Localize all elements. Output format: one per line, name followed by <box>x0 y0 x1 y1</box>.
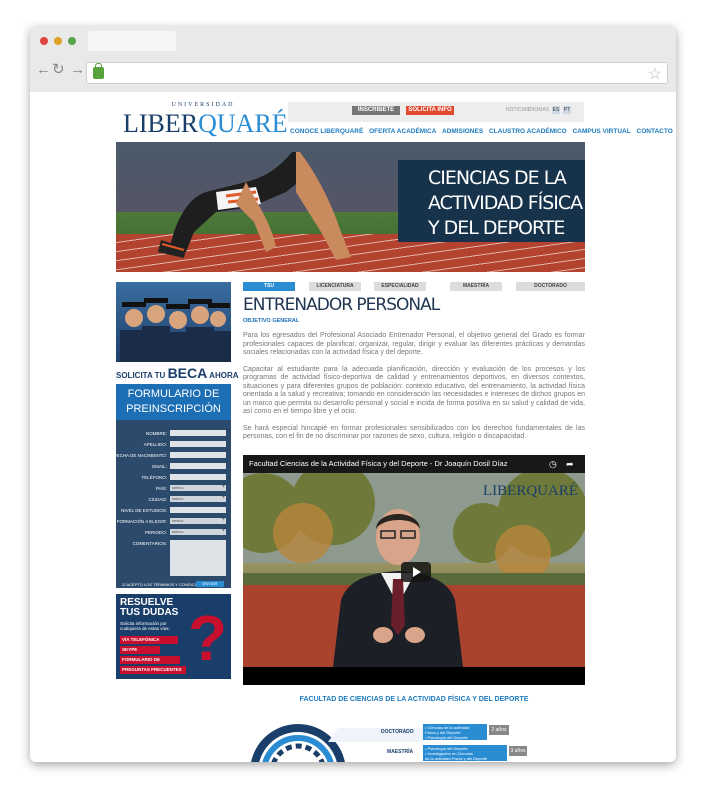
main-content: TSU LICENCIATURA ESPECIALIDAD MAESTRÍA D… <box>243 282 585 762</box>
field-label: COMENTARIOS: <box>132 541 167 546</box>
city-select[interactable]: selecc. <box>170 495 226 502</box>
dudas-subtitle: Solicita información por cualquiera de es… <box>120 621 170 631</box>
field-label: EMAIL: <box>152 464 167 469</box>
university-logo[interactable]: UNIVERSIDAD LIBERQUARÉ <box>123 102 288 142</box>
web-page: UNIVERSIDAD LIBERQUARÉ INSCRÍBETE SOLICI… <box>30 92 676 762</box>
hero-banner: CIENCIAS DE LA ACTIVIDAD FÍSICA Y DEL DE… <box>116 142 585 272</box>
idiomas-label: IDIOMAS <box>528 107 550 113</box>
speaker-image <box>333 509 463 667</box>
studies-input[interactable] <box>170 507 226 513</box>
back-icon[interactable]: ← <box>36 62 51 78</box>
level-maestria-years: 3 años <box>509 746 527 756</box>
share-icon[interactable]: ➦ <box>566 455 574 473</box>
preinscription-form: NOMBRE: APELLIDO: FECHA DE NACIMIENTO: E… <box>113 420 231 588</box>
tab-doctorado[interactable]: DOCTORADO <box>516 282 585 291</box>
logo-top-text: UNIVERSIDAD <box>171 102 235 108</box>
paragraph-3: Se hará especial hincapié en formar prof… <box>243 424 585 441</box>
menu-oferta[interactable]: OFERTA ACADÉMICA <box>369 128 436 135</box>
birthdate-input[interactable] <box>170 452 226 458</box>
section-subtitle: OBJETIVO GENERAL <box>243 318 300 324</box>
level-doctorado-box: • Ciencias de la actividad Física y del D… <box>423 724 487 740</box>
solicita-info-button[interactable]: SOLICITA INFO <box>406 106 454 115</box>
minimize-window-icon[interactable] <box>54 37 62 45</box>
question-mark-icon: ? <box>188 602 228 674</box>
dudas-title: RESUELVE TUS DUDAS <box>120 597 179 618</box>
main-menu: CONOCE LIBERQUARÉ OFERTA ACADÉMICA ADMIS… <box>290 128 676 135</box>
left-sidebar: SOLICITA TU BECA AHORA FORMULARIO DE PRE… <box>113 282 239 679</box>
dudas-skype[interactable]: SKYPE <box>120 646 160 654</box>
menu-conoce[interactable]: CONOCE LIBERQUARÉ <box>290 128 363 135</box>
field-label: CIUDAD: <box>148 497 167 502</box>
secure-lock-icon <box>93 63 104 79</box>
comments-textarea[interactable] <box>170 540 226 576</box>
bookmark-star-icon[interactable]: ☆ <box>648 64 662 84</box>
play-button[interactable] <box>401 562 431 582</box>
noticias-link[interactable]: NOTICIAS <box>506 107 530 113</box>
forward-icon[interactable]: → <box>70 62 85 78</box>
top-utility-bar: INSCRÍBETE SOLICITA INFO NOTICIAS IDIOMA… <box>288 102 584 122</box>
tab-licenciatura[interactable]: LICENCIATURA <box>309 282 361 291</box>
lang-es-button[interactable]: ES <box>552 106 560 114</box>
menu-claustro[interactable]: CLAUSTRO ACADÉMICO <box>489 128 567 135</box>
programs-infographic: DOCTORADO • Ciencias de la actividad Físi… <box>243 712 585 762</box>
terms-checkbox[interactable]: ☑ ACEPTO LOS TÉRMINOS Y CONDICIONES <box>122 582 207 587</box>
paragraph-2: Capacitar al estudiante para la adecuada… <box>243 365 585 416</box>
hero-title: CIENCIAS DE LA ACTIVIDAD FÍSICA Y DEL DE… <box>398 160 585 242</box>
field-label: PERIODO: <box>144 530 167 535</box>
level-doctorado-label: DOCTORADO <box>381 729 414 735</box>
period-select[interactable]: selecc. <box>170 528 226 535</box>
field-label: NOMBRE: <box>145 431 167 436</box>
field-label: FECHA DE NACIMIENTO: <box>113 453 167 458</box>
inscribete-button[interactable]: INSCRÍBETE <box>352 106 400 115</box>
sprinter-image <box>158 152 351 260</box>
paragraph-1: Para los egresados del Profesional Asoci… <box>243 332 585 356</box>
menu-campus[interactable]: CAMPUS VIRTUAL <box>573 128 631 135</box>
dudas-faq[interactable]: PREGUNTAS FRECUENTES <box>120 666 186 674</box>
video-watermark-logo: LIBERQUARÉ <box>483 483 578 499</box>
faculty-heading: FACULTAD DE CIENCIAS DE LA ACTIVIDAD FÍS… <box>299 696 529 703</box>
submit-button[interactable]: ENVIAR <box>196 581 224 587</box>
beca-banner[interactable]: SOLICITA TU BECA AHORA <box>116 362 239 384</box>
maximize-window-icon[interactable] <box>68 37 76 45</box>
level-maestria-box: • Psicología del Deporte • Investigación … <box>423 745 507 761</box>
logo-name: LIBERQUARÉ <box>123 109 288 138</box>
tab-tsu[interactable]: TSU <box>243 282 295 291</box>
video-player[interactable]: LIBERQUARÉ Facultad Ciencias de la Activ… <box>243 455 585 685</box>
phone-input[interactable] <box>170 474 226 480</box>
watch-later-icon[interactable]: ◷ <box>549 455 557 473</box>
dudas-phone[interactable]: VÍA TELEFÓNICA <box>120 636 178 644</box>
country-select[interactable]: selecc. <box>170 484 226 491</box>
nombre-input[interactable] <box>170 430 226 436</box>
page-title: ENTRENADOR PERSONAL <box>243 295 440 315</box>
level-maestria-label: MAESTRÍA <box>387 749 414 755</box>
menu-contacto[interactable]: CONTACTO <box>637 128 673 135</box>
menu-admisiones[interactable]: ADMISIONES <box>442 128 483 135</box>
graduates-image[interactable] <box>116 282 231 362</box>
video-controls-bar <box>243 667 585 685</box>
browser-tab[interactable] <box>88 31 176 51</box>
reload-icon[interactable]: ↻ <box>52 62 65 78</box>
field-label: FORMACIÓN A ELEGIR: <box>116 519 167 524</box>
tab-maestria[interactable]: MAESTRÍA <box>450 282 502 291</box>
address-bar[interactable]: ☆ <box>86 62 668 84</box>
form-title: FORMULARIO DE PREINSCRIPCIÓN <box>116 384 231 420</box>
apellido-input[interactable] <box>170 441 226 447</box>
field-label: TELÉFONO: <box>141 475 167 480</box>
dudas-form[interactable]: FORMULARIO DE <box>120 656 180 664</box>
resuelve-dudas-banner[interactable]: RESUELVE TUS DUDAS Solicita información p… <box>116 594 231 679</box>
browser-window: ← ↻ → ☆ UNIVERSIDAD LIBERQUARÉ INSCRÍBET… <box>30 26 676 762</box>
email-input[interactable] <box>170 463 226 469</box>
level-doctorado-years: 2 años <box>489 725 509 735</box>
video-title-bar: Facultad Ciencias de la Actividad Física… <box>243 455 585 473</box>
level-tabs: TSU LICENCIATURA ESPECIALIDAD MAESTRÍA D… <box>243 282 585 291</box>
program-select[interactable]: selecc. <box>170 517 226 524</box>
close-window-icon[interactable] <box>40 37 48 45</box>
tab-especialidad[interactable]: ESPECIALIDAD <box>374 282 426 291</box>
field-label: NIVEL DE ESTUDIOS: <box>121 508 167 513</box>
video-title[interactable]: Facultad Ciencias de la Actividad Física… <box>249 459 507 468</box>
field-label: APELLIDO: <box>143 442 167 447</box>
lang-pt-button[interactable]: PT <box>563 106 571 114</box>
field-label: PAÍS: <box>155 486 167 491</box>
